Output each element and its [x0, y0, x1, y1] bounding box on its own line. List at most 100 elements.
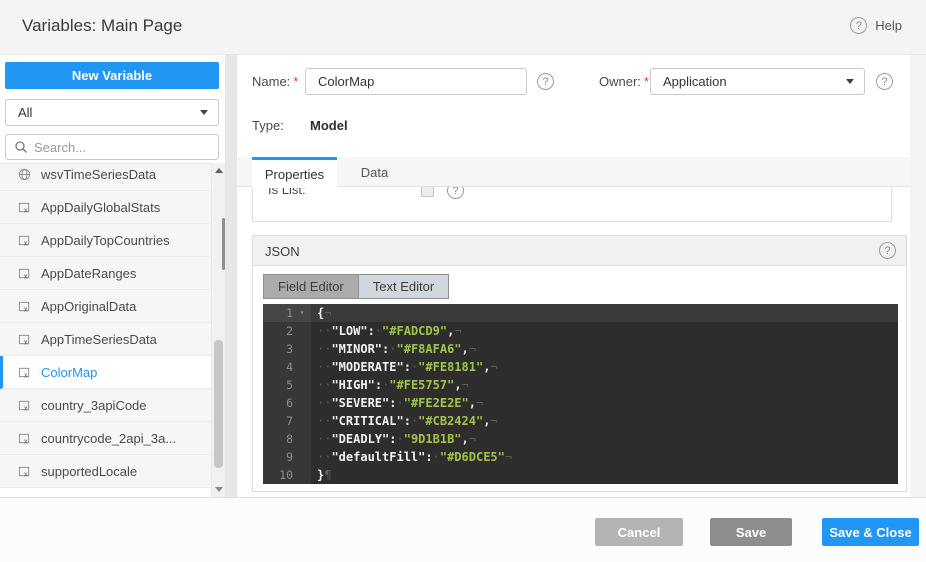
scroll-up-icon[interactable] — [215, 168, 223, 173]
line-gutter: 9 — [263, 448, 311, 466]
line-gutter: 6 — [263, 394, 311, 412]
variable-list-item[interactable]: xAppOriginalData — [0, 290, 211, 323]
owner-help-icon[interactable] — [876, 73, 893, 90]
line-gutter: 1▾ — [263, 304, 311, 322]
search-input[interactable] — [34, 140, 210, 155]
tab-data[interactable]: Data — [337, 157, 412, 187]
scrollbar-mini-thumb[interactable] — [222, 218, 225, 270]
variable-label: AppTimeSeriesData — [41, 332, 157, 347]
whitespace-dots: ·· — [317, 342, 331, 356]
code-line[interactable]: 9··"defaultFill":·"#D6DCE5"¬ — [263, 448, 898, 466]
save-button[interactable]: Save — [710, 518, 792, 546]
variable-label: AppDailyGlobalStats — [41, 200, 160, 215]
code-punct: , — [454, 378, 461, 392]
code-key: "LOW" — [331, 324, 367, 338]
variable-icon: x — [18, 399, 31, 412]
save-and-close-button[interactable]: Save & Close — [822, 518, 919, 546]
svg-text:x: x — [24, 306, 28, 312]
fold-arrow-icon — [293, 340, 311, 358]
new-variable-button[interactable]: New Variable — [5, 62, 219, 89]
variable-list-item[interactable]: xsupportedLocale — [0, 455, 211, 488]
name-label: Name:* — [252, 74, 298, 89]
variable-list-item[interactable]: xColorMap — [0, 356, 211, 389]
svg-text:x: x — [24, 240, 28, 246]
code-line[interactable]: 1▾{¬ — [263, 304, 898, 322]
panel-divider — [225, 55, 237, 497]
eol-mark: ¬ — [462, 378, 469, 392]
scrollbar-thumb[interactable] — [214, 340, 223, 468]
text-editor-button[interactable]: Text Editor — [358, 275, 448, 298]
json-section-header: JSON — [253, 236, 906, 266]
code-text: ··"CRITICAL":·"#CB2424",¬ — [311, 412, 498, 430]
search-box[interactable] — [5, 134, 219, 160]
eol-mark: ¬ — [490, 360, 497, 374]
line-number: 10 — [263, 466, 293, 484]
line-gutter: 7 — [263, 412, 311, 430]
whitespace-dots: ·· — [317, 432, 331, 446]
code-line[interactable]: 5··"HIGH":·"#FE5757",¬ — [263, 376, 898, 394]
name-help-icon[interactable] — [537, 73, 554, 90]
variable-list-item[interactable]: x AppTimeSeriesData — [0, 323, 211, 356]
svg-text:x: x — [24, 471, 28, 477]
owner-selected-value: Application — [663, 74, 727, 89]
variable-detail-panel: Name:* Owner:* Application Type: Model I… — [237, 55, 910, 497]
code-value: "#CB2424" — [418, 414, 483, 428]
whitespace-dots: ·· — [317, 360, 331, 374]
code-text: ··"SEVERE":·"#FE2E2E",¬ — [311, 394, 483, 412]
variable-label: country_3apiCode — [41, 398, 147, 413]
code-line[interactable]: 3 ··"MINOR":·"#F8AFA6",¬ — [263, 340, 898, 358]
eol-mark: ¬ — [469, 432, 476, 446]
svg-text:x: x — [24, 438, 28, 444]
fold-arrow-icon — [293, 448, 311, 466]
code-text: ··"HIGH":·"#FE5757",¬ — [311, 376, 469, 394]
scroll-down-icon[interactable] — [215, 487, 223, 492]
json-code-editor[interactable]: 1▾{¬2··"LOW":·"#FADCD9",¬3 ··"MINOR":·"#F… — [263, 304, 898, 484]
list-scrollbar[interactable] — [211, 163, 225, 497]
type-label: Type: — [252, 118, 284, 133]
owner-select[interactable]: Application — [650, 68, 865, 95]
variable-icon: x — [18, 300, 31, 313]
code-text: ··"DEADLY":·"9D1B1B",¬ — [311, 430, 476, 448]
name-input[interactable] — [305, 68, 527, 95]
variable-filter-select[interactable]: All — [5, 99, 219, 126]
variable-list-item[interactable]: x AppDailyGlobalStats — [0, 191, 211, 224]
json-section: JSON Field Editor Text Editor 1▾{¬2··"LO… — [252, 235, 907, 492]
eol-mark: ¬ — [469, 342, 476, 356]
svg-text:x: x — [24, 372, 28, 378]
code-line[interactable]: 7··"CRITICAL":·"#CB2424",¬ — [263, 412, 898, 430]
code-key: "defaultFill" — [331, 450, 425, 464]
variable-list-item[interactable]: xcountrycode_2api_3a... — [0, 422, 211, 455]
code-line[interactable]: 8··"DEADLY":·"9D1B1B",¬ — [263, 430, 898, 448]
svg-text:x: x — [24, 405, 28, 411]
code-text: ··"MINOR":·"#F8AFA6",¬ — [311, 340, 476, 358]
eol-mark: ¬ — [454, 324, 461, 338]
eol-mark: ¬ — [324, 306, 331, 320]
line-gutter: 4 — [263, 358, 311, 376]
cancel-button[interactable]: Cancel — [595, 518, 683, 546]
fold-arrow-icon: ▾ — [293, 304, 311, 322]
line-number: 3 — [263, 340, 293, 358]
json-help-icon[interactable] — [879, 242, 896, 259]
whitespace-dots: · — [396, 396, 403, 410]
variable-list-item[interactable]: xAppDailyTopCountries — [0, 224, 211, 257]
tab-properties[interactable]: Properties — [252, 157, 337, 188]
variable-list-item[interactable]: xAppDateRanges — [0, 257, 211, 290]
eol-mark: ¬ — [476, 396, 483, 410]
svg-text:x: x — [24, 339, 28, 345]
whitespace-dots: · — [433, 450, 440, 464]
code-key: "CRITICAL" — [331, 414, 403, 428]
variable-list-item[interactable]: x country_3apiCode — [0, 389, 211, 422]
code-line[interactable]: 4··"MODERATE":·"#FE8181",¬ — [263, 358, 898, 376]
code-value: "#FE8181" — [418, 360, 483, 374]
code-key: "DEADLY" — [331, 432, 389, 446]
field-editor-button[interactable]: Field Editor — [264, 275, 358, 298]
code-line[interactable]: 2··"LOW":·"#FADCD9",¬ — [263, 322, 898, 340]
variable-list-item[interactable]: wsvTimeSeriesData — [0, 163, 211, 191]
line-gutter: 8 — [263, 430, 311, 448]
owner-label: Owner:* — [599, 74, 649, 89]
variable-icon: x — [18, 201, 31, 214]
help-button[interactable]: Help — [850, 17, 902, 34]
code-key: "SEVERE" — [331, 396, 389, 410]
code-line[interactable]: 10}¶ — [263, 466, 898, 484]
code-line[interactable]: 6··"SEVERE":·"#FE2E2E",¬ — [263, 394, 898, 412]
